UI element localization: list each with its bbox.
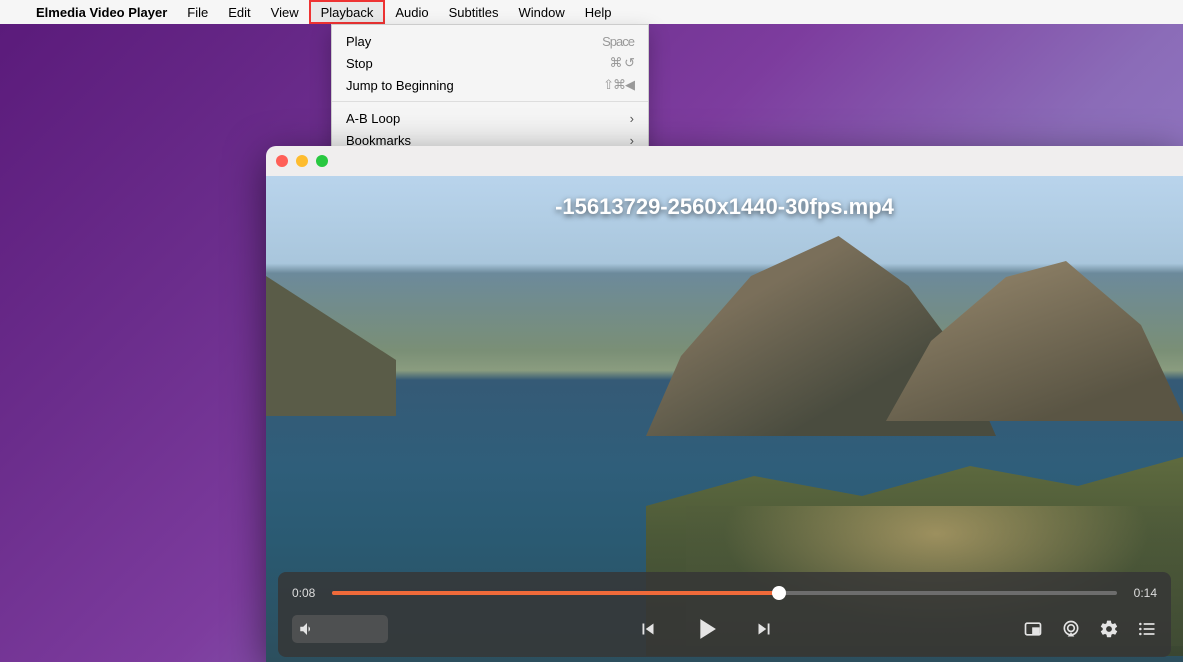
menu-separator [332, 101, 648, 102]
scenery [266, 276, 396, 416]
menu-item-stop[interactable]: Stop⌘ ↺ [332, 52, 648, 74]
maximize-button[interactable] [316, 155, 328, 167]
menu-edit[interactable]: Edit [218, 0, 260, 24]
chevron-right-icon: › [630, 111, 634, 126]
menu-subtitles[interactable]: Subtitles [439, 0, 509, 24]
previous-button[interactable] [637, 618, 659, 640]
menu-window[interactable]: Window [508, 0, 574, 24]
airplay-icon[interactable] [1061, 619, 1081, 639]
menu-playback[interactable]: Playback [309, 0, 386, 24]
playlist-icon[interactable] [1137, 619, 1157, 639]
minimize-button[interactable] [296, 155, 308, 167]
app-name[interactable]: Elmedia Video Player [26, 5, 177, 20]
player-window: -15613729-2560x1440-30fps.mp4 0:08 0:14 [266, 146, 1183, 662]
menubar: Elmedia Video Player File Edit View Play… [0, 0, 1183, 24]
seek-fill [332, 591, 779, 595]
controls-bar: 0:08 0:14 [278, 572, 1171, 657]
seek-thumb[interactable] [772, 586, 786, 600]
buttons-row [292, 604, 1157, 654]
close-button[interactable] [276, 155, 288, 167]
menu-item-play[interactable]: PlaySpace [332, 30, 648, 52]
menu-help[interactable]: Help [575, 0, 622, 24]
menu-file[interactable]: File [177, 0, 218, 24]
menu-shortcut: Space [602, 34, 634, 49]
menu-item-label: Play [346, 34, 602, 49]
time-total: 0:14 [1127, 586, 1157, 600]
menu-view[interactable]: View [261, 0, 309, 24]
seek-bar[interactable] [332, 591, 1117, 595]
volume-icon[interactable] [298, 620, 316, 638]
time-current: 0:08 [292, 586, 322, 600]
settings-icon[interactable] [1099, 619, 1119, 639]
filename-overlay: -15613729-2560x1440-30fps.mp4 [555, 194, 894, 220]
next-button[interactable] [753, 618, 775, 640]
menu-audio[interactable]: Audio [385, 0, 438, 24]
progress-row: 0:08 0:14 [292, 582, 1157, 604]
menu-shortcut: ⇧⌘◀ [603, 77, 634, 93]
menu-item-label: A-B Loop [346, 111, 630, 126]
titlebar [266, 146, 1183, 176]
menu-shortcut: ⌘ ↺ [609, 55, 634, 71]
play-button[interactable] [689, 612, 723, 646]
menu-item-jump-to-beginning[interactable]: Jump to Beginning⇧⌘◀ [332, 74, 648, 96]
volume-control[interactable] [292, 615, 388, 643]
menu-item-label: Stop [346, 56, 609, 71]
menu-item-label: Jump to Beginning [346, 78, 603, 93]
menu-item-a-b-loop[interactable]: A-B Loop› [332, 107, 648, 129]
pip-icon[interactable] [1023, 619, 1043, 639]
